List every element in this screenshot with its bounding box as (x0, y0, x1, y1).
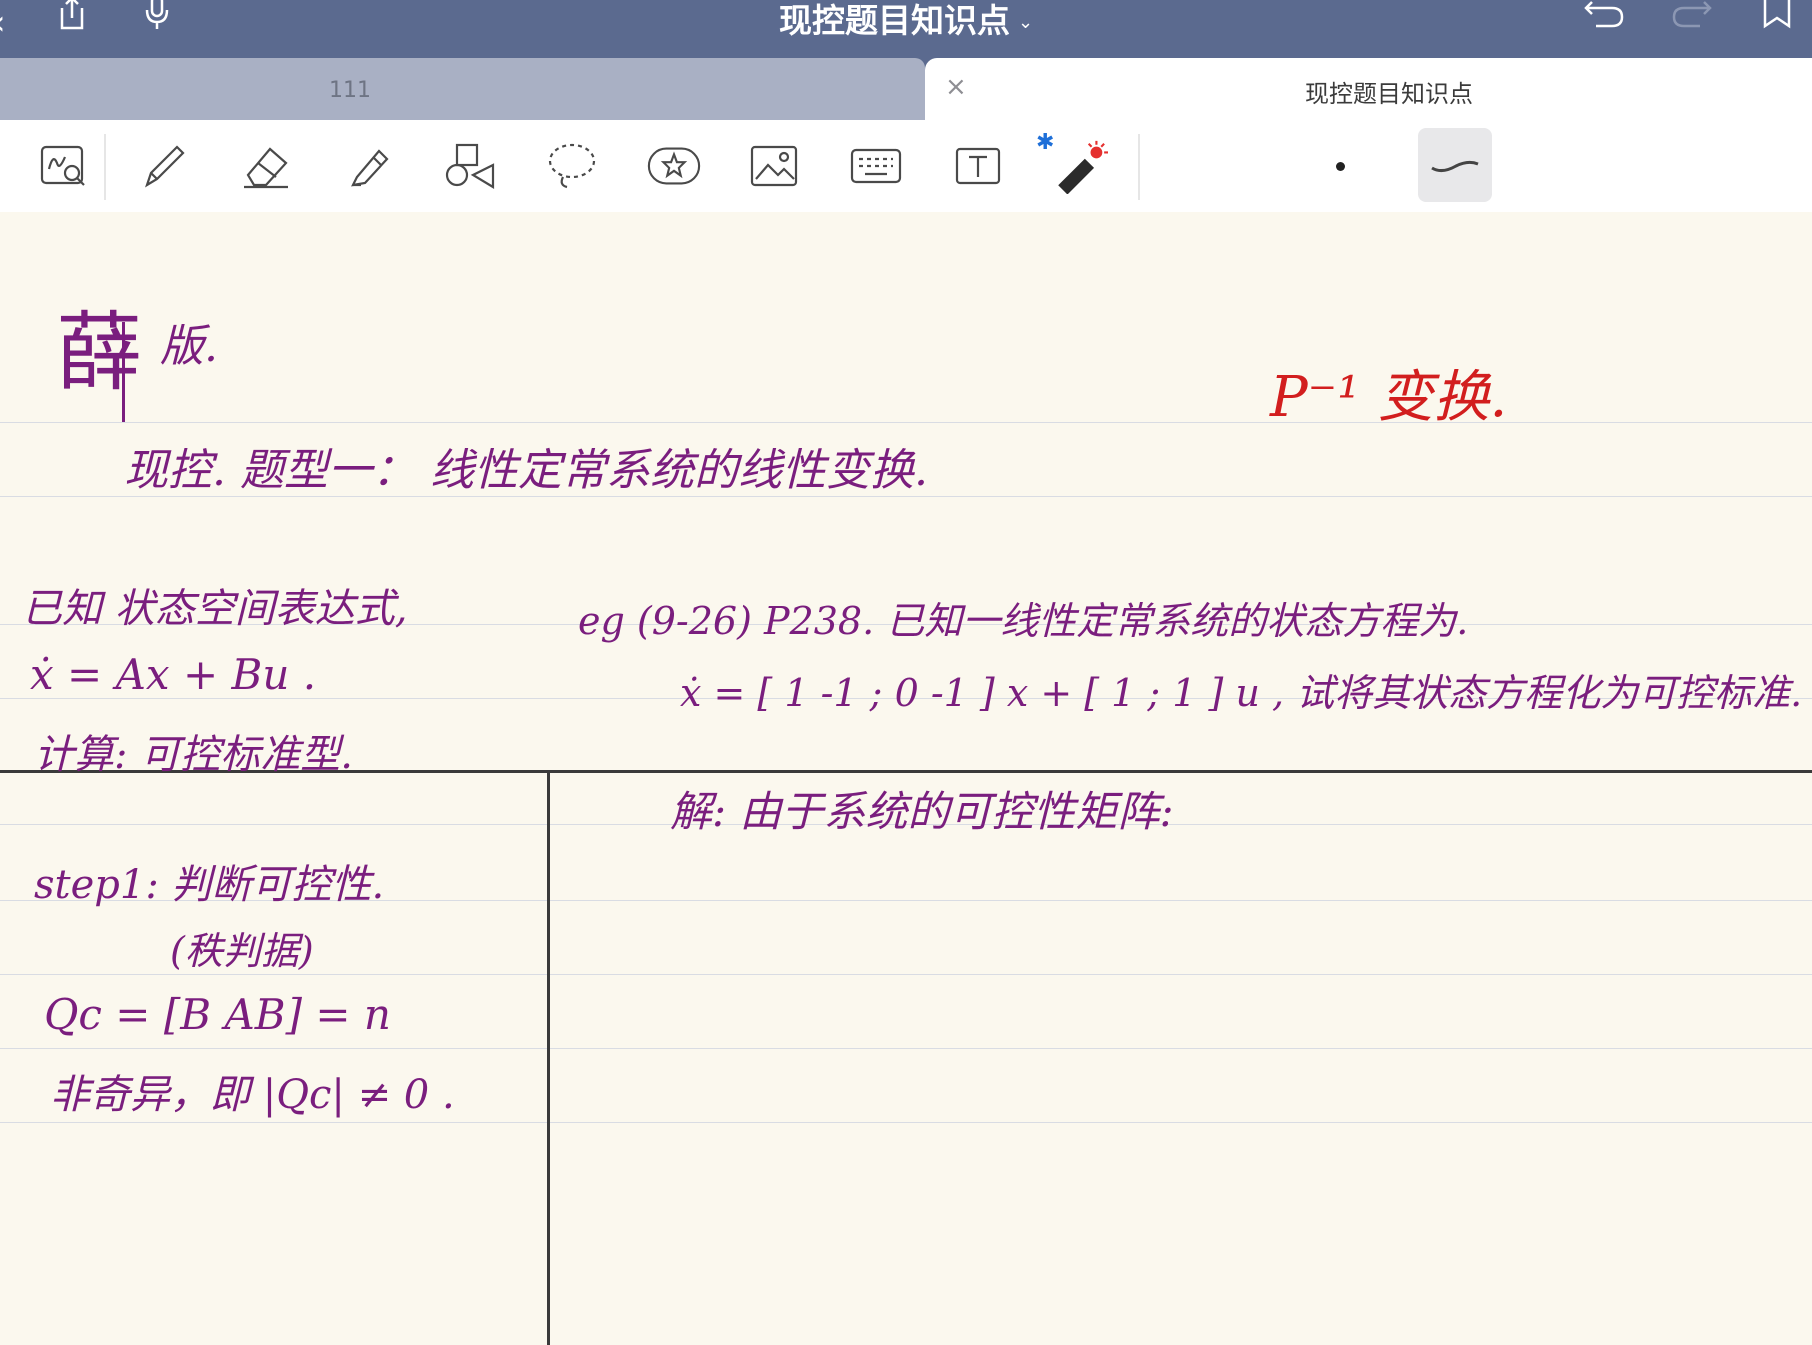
ink-stroke (122, 322, 125, 422)
red-note: P⁻¹ 变换. (1270, 365, 1508, 430)
right-note-line: ẋ = [ 1 -1 ; 0 -1 ] x + [ 1 ; 1 ] u , 试将… (680, 671, 1803, 715)
left-note-line: 计算: 可控标准型. (34, 732, 353, 778)
tab-label: 现控题目知识点 (1305, 80, 1473, 108)
header-char: 薛 (56, 303, 142, 403)
pen-icon[interactable] (136, 138, 192, 194)
right-note-line: 解: 由于系统的可控性矩阵: (670, 787, 1174, 836)
stroke-style-selector[interactable] (1418, 128, 1492, 202)
highlighter-icon[interactable] (340, 138, 396, 194)
left-note-line: (秩判据) (170, 929, 314, 973)
toolbar-divider (1138, 134, 1140, 200)
tab-111[interactable]: 111 (0, 58, 925, 120)
redo-icon[interactable] (1672, 0, 1712, 34)
document-title[interactable]: 现控题目知识点 ⌄ (0, 0, 1812, 42)
left-note-line: ẋ = Ax + Bu . (30, 650, 317, 699)
section-divider-vertical (547, 770, 550, 1345)
header-line: 现控. 题型一： 线性定常系统的线性变换. (124, 445, 928, 496)
keyboard-icon[interactable] (848, 138, 904, 194)
top-navigation-bar: ‹ 现控题目知识点⌄ (0, 0, 1812, 60)
stroke-size-dot[interactable] (1336, 162, 1345, 171)
notebook-page[interactable]: 薛 版. 现控. 题型一： 线性定常系统的线性变换. P⁻¹ 变换. 已知 状态… (0, 212, 1812, 1345)
tab-label: 111 (329, 78, 371, 103)
undo-icon[interactable] (1584, 0, 1624, 34)
shapes-icon[interactable] (442, 138, 498, 194)
toolbar-divider (104, 134, 106, 200)
left-note-line: step1: 判断可控性. (34, 862, 385, 908)
header-ban: 版. (160, 321, 218, 372)
ruled-line (0, 422, 1812, 423)
tab-bar: 111 × 现控题目知识点 (0, 58, 1812, 120)
image-icon[interactable] (746, 138, 802, 194)
left-note-line: 非奇异，即 |Qc| ≠ 0 . (50, 1072, 455, 1118)
ruled-line (0, 1122, 1812, 1123)
text-box-icon[interactable] (950, 138, 1006, 194)
drawing-toolbar: ✱ (0, 120, 1812, 213)
left-note-line: Qc = [B AB] = n (44, 990, 391, 1039)
eraser-icon[interactable] (238, 138, 294, 194)
close-tab-icon[interactable]: × (945, 72, 967, 102)
sticker-icon[interactable] (646, 138, 702, 194)
ruled-line (0, 1048, 1812, 1049)
left-note-line: 已知 状态空间表达式, (22, 586, 408, 632)
right-note-line: eg (9-26) P238. 已知一线性定常系统的状态方程为. (578, 599, 1469, 643)
laser-pointer-icon[interactable] (1052, 138, 1108, 194)
bookmark-icon[interactable] (1762, 0, 1792, 36)
tab-current-document[interactable]: × 现控题目知识点 (925, 58, 1812, 120)
zoom-write-icon[interactable] (36, 138, 92, 194)
lasso-icon[interactable] (544, 138, 600, 194)
